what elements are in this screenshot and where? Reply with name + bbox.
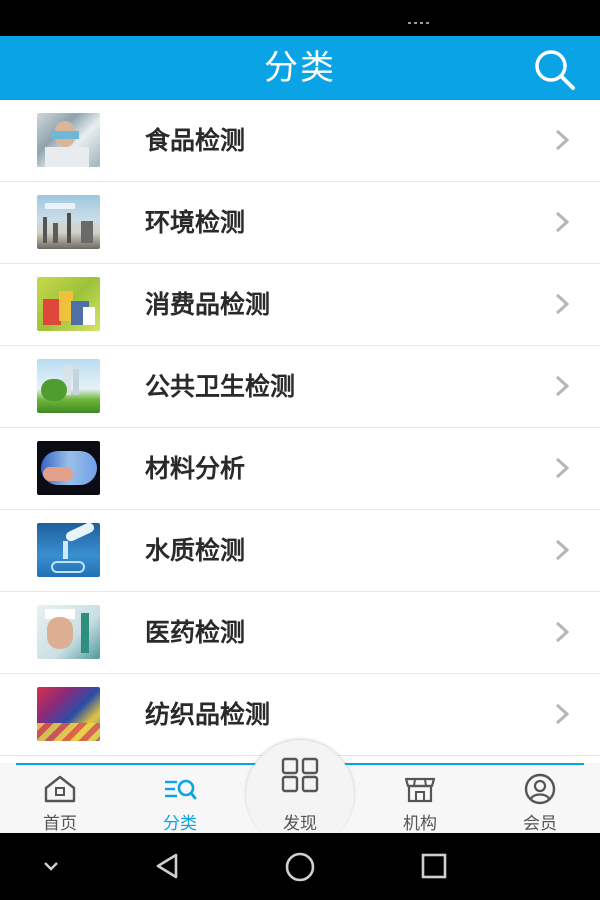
tab-label: 首页 [43, 814, 77, 834]
category-label: 环境检测 [145, 208, 246, 237]
tab-discover[interactable]: 发现 [255, 757, 345, 834]
user-icon [524, 773, 556, 805]
category-label: 消费品检测 [145, 290, 271, 319]
category-label: 公共卫生检测 [145, 372, 296, 401]
category-item-public-health[interactable]: 公共卫生检测 [0, 346, 600, 428]
category-label: 食品检测 [145, 126, 246, 155]
tab-category[interactable]: 分类 [135, 763, 225, 834]
tab-label: 机构 [403, 814, 437, 834]
category-item-food[interactable]: 食品检测 [0, 100, 600, 182]
category-item-materials[interactable]: 材料分析 [0, 428, 600, 510]
category-label: 水质检测 [145, 536, 246, 565]
tab-home[interactable]: 首页 [15, 763, 105, 834]
category-label: 医药检测 [145, 618, 246, 647]
status-bar [0, 0, 600, 36]
back-icon[interactable] [152, 851, 182, 881]
home-icon [44, 775, 76, 803]
grid-icon [281, 757, 319, 793]
search-icon[interactable] [530, 46, 580, 92]
tab-label: 发现 [283, 814, 317, 834]
chevron-right-icon [555, 293, 570, 315]
textile-testing-thumbnail [37, 687, 100, 741]
page-title: 分类 [264, 48, 336, 88]
environment-testing-thumbnail [37, 195, 100, 249]
consumer-goods-thumbnail [37, 277, 100, 331]
category-list: 食品检测 环境检测 消费品检测 公共卫生检测 材料分析 水质检测 医药检测 纺织… [0, 100, 600, 756]
materials-analysis-thumbnail [37, 441, 100, 495]
category-item-water[interactable]: 水质检测 [0, 510, 600, 592]
chevron-right-icon [555, 129, 570, 151]
category-label: 材料分析 [145, 454, 246, 483]
chevron-right-icon [555, 375, 570, 397]
signal-indicator [408, 22, 432, 24]
chevron-right-icon [555, 211, 570, 233]
tab-label: 会员 [523, 814, 557, 834]
category-item-pharma[interactable]: 医药检测 [0, 592, 600, 674]
store-icon [404, 777, 436, 803]
category-label: 纺织品检测 [145, 700, 271, 729]
category-item-consumer[interactable]: 消费品检测 [0, 264, 600, 346]
chevron-down-icon[interactable] [42, 859, 60, 873]
chevron-right-icon [555, 621, 570, 643]
tab-member[interactable]: 会员 [495, 763, 585, 834]
tab-label: 分类 [163, 814, 197, 834]
public-health-thumbnail [37, 359, 100, 413]
chevron-right-icon [555, 703, 570, 725]
pharma-testing-thumbnail [37, 605, 100, 659]
app-header: 分类 [0, 36, 600, 102]
tab-institution[interactable]: 机构 [375, 763, 465, 834]
chevron-right-icon [555, 457, 570, 479]
home-circle-icon[interactable] [284, 851, 316, 883]
chevron-right-icon [555, 539, 570, 561]
category-icon [165, 779, 197, 800]
category-item-environment[interactable]: 环境检测 [0, 182, 600, 264]
recents-icon[interactable] [420, 852, 448, 880]
system-nav-bar [0, 833, 600, 900]
food-testing-thumbnail [37, 113, 100, 167]
water-quality-thumbnail [37, 523, 100, 577]
